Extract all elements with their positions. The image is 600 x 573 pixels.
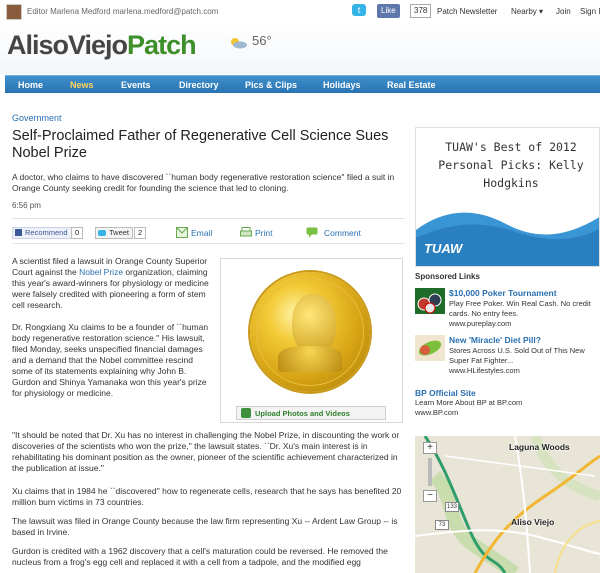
article-category[interactable]: Government (12, 113, 62, 123)
print-link[interactable]: Print (255, 228, 272, 238)
top-utility-bar: Editor Marlena Medford marlena.medford@p… (0, 0, 600, 22)
map-zoom-out-button[interactable]: − (423, 490, 437, 502)
article-paragraph-2: Dr. Rongxiang Xu claims to be a founder … (12, 322, 209, 398)
bp-sponsored-link[interactable]: BP Official Site Learn More About BP at … (415, 388, 600, 418)
logo-city: AlisoViejo (7, 30, 128, 60)
nearby-dropdown[interactable]: Nearby ▾ (511, 7, 543, 16)
twitter-icon[interactable]: t (352, 4, 366, 16)
tuaw-advertisement[interactable]: TUAW's Best of 2012 Personal Picks: Kell… (415, 127, 600, 267)
ad-wave-graphic (416, 212, 599, 266)
partly-cloudy-icon (231, 38, 247, 49)
nav-directory[interactable]: Directory (179, 80, 219, 90)
article-paragraph-3: "It should be noted that Dr. Xu has no i… (12, 430, 400, 473)
sponsored-link-description: Play Free Poker. Win Real Cash. No credi… (449, 299, 591, 318)
article-paragraph-1: A scientist filed a lawsuit in Orange Co… (12, 256, 209, 310)
recommend-count: 0 (71, 227, 84, 239)
map-label-laguna-woods: Laguna Woods (509, 442, 570, 452)
map-zoom-control: + − (423, 442, 437, 502)
map-label-aliso-viejo: Aliso Viejo (511, 517, 555, 527)
tweet-button[interactable]: Tweet (95, 227, 134, 239)
newsletter-link[interactable]: Patch Newsletter (437, 7, 497, 16)
map-zoom-slider[interactable] (428, 458, 432, 486)
article-summary: A doctor, who claims to have discovered … (12, 172, 395, 193)
email-link[interactable]: Email (191, 228, 212, 238)
upload-photos-button[interactable]: Upload Photos and Videos (236, 406, 386, 420)
diet-pill-thumbnail (415, 335, 445, 361)
map-roads (415, 436, 600, 573)
facebook-recommend-button[interactable]: Recommend (12, 227, 72, 239)
nav-pics-clips[interactable]: Pics & Clips (245, 80, 297, 90)
editor-contact[interactable]: Editor Marlena Medford marlena.medford@p… (27, 7, 218, 16)
bp-link-description: Learn More About BP at BP.com (415, 398, 523, 407)
location-map[interactable]: + − Laguna Woods Aliso Viejo 133 73 (415, 436, 600, 573)
tweet-count: 2 (134, 227, 147, 239)
comment-icon[interactable] (306, 227, 318, 238)
sponsored-link-url[interactable]: www.HLifestyles.com (449, 366, 520, 375)
route-shield: 133 (445, 502, 459, 512)
sponsored-link[interactable]: New 'Miracle' Diet Pill? Stores Across U… (415, 335, 600, 375)
share-divider-top (12, 218, 405, 219)
article-paragraph-6: Gurdon is credited with a 1962 discovery… (12, 546, 388, 567)
sponsored-link[interactable]: $10,000 Poker Tournament Play Free Poker… (415, 288, 600, 328)
editor-avatar (6, 4, 22, 20)
nav-real-estate[interactable]: Real Estate (387, 80, 436, 90)
like-count: 378 (410, 4, 432, 18)
logo-patch: Patch (127, 30, 197, 60)
camera-icon (241, 408, 251, 418)
article-paragraph-5: The lawsuit was filed in Orange County b… (12, 516, 398, 537)
nobel-prize-link[interactable]: Nobel Prize (79, 267, 123, 277)
sponsored-link-url[interactable]: www.pureplay.com (449, 319, 511, 328)
sponsored-link-title[interactable]: $10,000 Poker Tournament (449, 288, 557, 298)
article-photo[interactable]: Upload Photos and Videos (220, 258, 403, 423)
sponsored-links-heading: Sponsored Links (415, 272, 480, 281)
sign-in-link[interactable]: Sign I (580, 7, 600, 16)
ad-brand: TUAW (424, 241, 463, 256)
site-logo[interactable]: AlisoViejoPatch (7, 30, 197, 61)
nav-events[interactable]: Events (121, 80, 151, 90)
poker-chips-thumbnail (415, 288, 445, 314)
nav-holidays[interactable]: Holidays (323, 80, 361, 90)
bp-link-title[interactable]: BP Official Site (415, 388, 600, 398)
article-timestamp: 6:56 pm (12, 201, 41, 210)
nav-news[interactable]: News (70, 80, 94, 90)
sponsored-link-description: Stores Across U.S. Sold Out of This New … (449, 346, 585, 365)
nobel-medal-image (250, 272, 370, 392)
map-zoom-in-button[interactable]: + (423, 442, 437, 454)
site-header: AlisoViejoPatch 56° (0, 22, 600, 74)
weather-temperature: 56° (252, 33, 272, 48)
facebook-like-button[interactable]: Like (377, 4, 400, 18)
email-icon[interactable] (176, 227, 188, 238)
article-paragraph-4: Xu claims that in 1984 he ``discovered''… (12, 486, 402, 507)
nav-home[interactable]: Home (18, 80, 43, 90)
ad-title: TUAW's Best of 2012 Personal Picks: Kell… (438, 140, 584, 190)
comment-link[interactable]: Comment (324, 228, 361, 238)
print-icon[interactable] (240, 227, 252, 238)
join-link[interactable]: Join (556, 7, 571, 16)
sponsored-link-title[interactable]: New 'Miracle' Diet Pill? (449, 335, 541, 345)
main-navigation: Home News Events Directory Pics & Clips … (5, 75, 600, 93)
share-divider-bottom (12, 243, 405, 244)
route-shield: 73 (435, 520, 449, 530)
bp-link-url[interactable]: www.BP.com (415, 408, 600, 418)
article-headline: Self-Proclaimed Father of Regenerative C… (12, 128, 389, 161)
